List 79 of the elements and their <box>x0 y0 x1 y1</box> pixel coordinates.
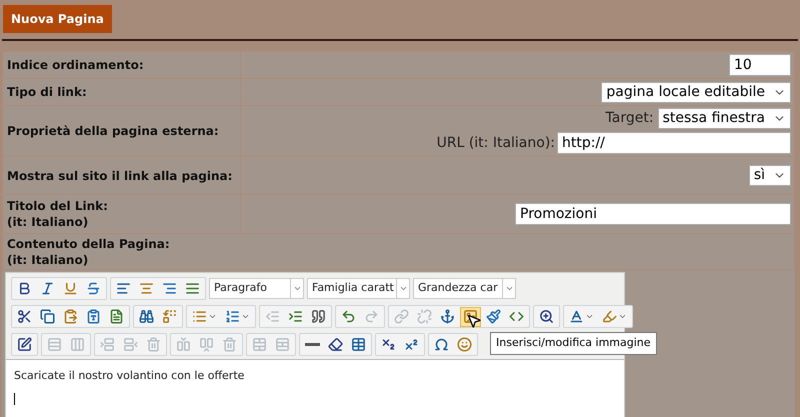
table-row-icon <box>47 337 62 352</box>
link-title-field[interactable]: Promozioni <box>515 203 791 225</box>
preview-icon <box>539 309 554 324</box>
split-cells-icon <box>275 337 290 352</box>
underline-icon <box>63 281 78 296</box>
image-icon <box>463 309 478 324</box>
unlink-icon <box>417 309 432 324</box>
outdent-icon <box>265 309 280 324</box>
highlighter-icon <box>602 309 617 324</box>
bold-icon <box>17 281 32 296</box>
toolbar-select[interactable]: Famiglia caratt <box>307 278 410 299</box>
smiley-icon <box>457 337 472 352</box>
tooltip: Inserisci/modifica immagine <box>490 332 657 354</box>
language-label: (it: Italiano) <box>7 214 90 230</box>
url-label: URL (it: Italiano): <box>436 134 555 152</box>
strikethrough-icon <box>86 281 101 296</box>
subscript-icon <box>381 337 396 352</box>
field-label: Tipo di link: <box>7 84 88 100</box>
redo-icon <box>364 309 379 324</box>
editor-content-area[interactable]: Scaricate il nostro volantino con le offerte <box>6 360 624 417</box>
chevron-icon <box>208 312 217 321</box>
indent-icon <box>288 309 303 324</box>
content-text: Scaricate il nostro volantino con le offerte <box>14 368 246 384</box>
select-field[interactable]: pagina locale editabile <box>601 82 791 102</box>
delete-column-icon <box>222 337 237 352</box>
replace-icon <box>162 309 177 324</box>
paste-icon <box>63 309 78 324</box>
chevron-icon <box>241 312 250 321</box>
chevron-icon <box>504 284 514 293</box>
target-label: Target: <box>606 109 654 128</box>
delete-row-icon <box>146 337 161 352</box>
paste-text-icon <box>86 309 101 324</box>
code-icon <box>509 309 524 324</box>
anchor-icon <box>440 309 455 324</box>
link-icon <box>394 309 409 324</box>
target-select[interactable]: stessa finestra <box>658 108 791 129</box>
brush-icon <box>486 309 501 324</box>
quote-icon <box>311 309 326 324</box>
align-right-icon <box>162 281 177 296</box>
align-left-icon <box>116 281 131 296</box>
toolbar-select[interactable]: Paragrafo <box>209 278 304 299</box>
align-center-icon <box>139 281 154 296</box>
order-index-field[interactable]: 10 <box>729 54 791 76</box>
chevron-icon <box>618 312 627 321</box>
select-field[interactable]: sì <box>748 165 791 186</box>
table-cell-icon <box>70 337 85 352</box>
insert-column-icon <box>176 337 191 352</box>
text-color-icon <box>569 309 584 324</box>
superscript-icon <box>404 337 419 352</box>
bullet-list-icon <box>192 309 207 324</box>
text-cursor <box>14 392 15 404</box>
italic-icon <box>40 281 55 296</box>
chevron-icon <box>292 284 302 293</box>
edit-icon <box>17 337 32 352</box>
eraser-icon <box>328 337 343 352</box>
undo-icon <box>341 309 356 324</box>
cut-icon <box>17 309 32 324</box>
field-label: Contenuto della Pagina: <box>7 236 171 252</box>
field-label: Titolo del Link: <box>7 198 109 214</box>
paste-document-icon <box>109 309 124 324</box>
field-label: Proprietà della pagina esterna: <box>7 123 220 139</box>
numbered-list-icon <box>225 309 240 324</box>
toolbar-select[interactable]: Grandezza car <box>413 278 516 299</box>
insert-row-after-icon <box>123 337 138 352</box>
chevron-icon <box>585 312 594 321</box>
insert-row-icon <box>100 337 115 352</box>
insert-column-after-icon <box>199 337 214 352</box>
binoculars-icon <box>139 309 154 324</box>
field-label: Mostra sul sito il link alla pagina: <box>7 168 234 184</box>
language-label: (it: Italiano) <box>7 252 90 268</box>
field-label: Indice ordinamento: <box>7 57 145 73</box>
new-page-button[interactable]: Nuova Pagina <box>3 5 112 33</box>
merge-cells-icon <box>252 337 267 352</box>
url-field[interactable]: http:// <box>557 132 791 154</box>
chevron-icon <box>398 284 408 293</box>
copy-icon <box>40 309 55 324</box>
omega-icon <box>434 337 449 352</box>
table-icon <box>351 337 366 352</box>
align-justify-icon <box>185 281 200 296</box>
